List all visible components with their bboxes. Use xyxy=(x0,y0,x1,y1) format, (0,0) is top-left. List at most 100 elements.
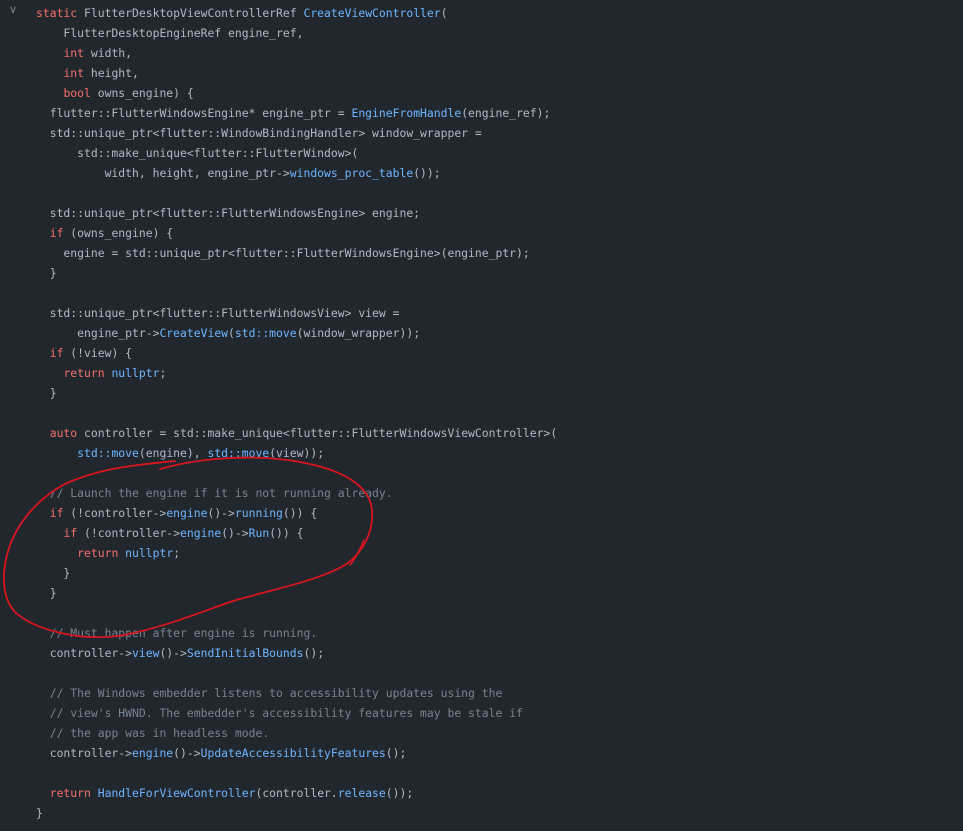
code-text: (); xyxy=(303,646,325,660)
code-line: return nullptr; xyxy=(0,543,963,563)
function-token: SendInitialBounds xyxy=(186,646,304,660)
code-line: std::unique_ptr<flutter::FlutterWindowsV… xyxy=(0,303,963,323)
function-token: CreateViewController xyxy=(303,6,441,20)
code-text: } xyxy=(36,386,57,400)
code-line: int height, xyxy=(0,63,963,83)
function-token: running xyxy=(234,506,283,520)
code-text: (); xyxy=(385,746,407,760)
function-token: HandleForViewController xyxy=(97,786,256,800)
code-text: engine = std::unique_ptr<flutter::Flutte… xyxy=(36,246,530,260)
code-line: } xyxy=(0,383,963,403)
keyword-token: static xyxy=(36,6,85,20)
function-token: view xyxy=(132,646,160,660)
code-text: controller-> xyxy=(36,746,133,760)
code-text: } xyxy=(36,266,57,280)
code-line: FlutterDesktopEngineRef engine_ref, xyxy=(0,23,963,43)
code-text: (engine), xyxy=(138,446,208,460)
code-text: ()); xyxy=(413,166,441,180)
code-text: width, height, engine_ptr-> xyxy=(36,166,290,180)
code-line: std::make_unique<flutter::FlutterWindow>… xyxy=(0,143,963,163)
function-token: std::move xyxy=(234,326,297,340)
keyword-token: int xyxy=(63,46,85,60)
code-line: // Launch the engine if it is not runnin… xyxy=(0,483,963,503)
code-text: ()-> xyxy=(221,526,249,540)
code-text: (controller. xyxy=(255,786,338,800)
code-line: controller->engine()->UpdateAccessibilit… xyxy=(0,743,963,763)
function-token: CreateView xyxy=(159,326,229,340)
code-text: (!controller-> xyxy=(63,506,167,520)
code-text: (window_wrapper)); xyxy=(296,326,421,340)
function-token: std::move xyxy=(207,446,270,460)
comment-token: // view's HWND. The embedder's accessibi… xyxy=(49,706,523,720)
code-text: ; xyxy=(173,546,181,560)
function-token: engine xyxy=(180,526,222,540)
code-line: auto controller = std::make_unique<flutt… xyxy=(0,423,963,443)
code-line: if (!controller->engine()->Run()) { xyxy=(0,523,963,543)
code-text: std::unique_ptr<flutter::FlutterWindowsE… xyxy=(36,206,421,220)
code-line: // Must happen after engine is running. xyxy=(0,623,963,643)
code-line: return HandleForViewController(controlle… xyxy=(0,783,963,803)
code-line: int width, xyxy=(0,43,963,63)
code-line: return nullptr; xyxy=(0,363,963,383)
comment-token: // the app was in headless mode. xyxy=(49,726,270,740)
code-block: static FlutterDesktopViewControllerRef C… xyxy=(0,3,963,823)
code-text: ()); xyxy=(385,786,414,800)
code-text: width, xyxy=(84,46,133,60)
comment-token: // The Windows embedder listens to acces… xyxy=(49,686,503,700)
code-line: } xyxy=(0,803,963,823)
code-viewer: ∨ static FlutterDesktopViewControllerRef… xyxy=(0,0,963,831)
keyword-token: return xyxy=(63,366,105,380)
keyword-token: bool xyxy=(63,86,91,100)
code-text: std::unique_ptr<flutter::FlutterWindowsV… xyxy=(36,306,400,320)
code-text: ()-> xyxy=(207,506,235,520)
keyword-token: auto xyxy=(49,426,78,440)
keyword-token: if xyxy=(49,506,64,520)
code-text: } xyxy=(36,586,57,600)
code-text: ( xyxy=(228,326,235,340)
code-text: FlutterDesktopEngineRef engine_ref, xyxy=(36,26,304,40)
code-line: if (!controller->engine()->running()) { xyxy=(0,503,963,523)
code-text: ; xyxy=(159,366,167,380)
code-text: engine_ptr-> xyxy=(36,326,160,340)
code-line: controller->view()->SendInitialBounds(); xyxy=(0,643,963,663)
keyword-token: return xyxy=(49,786,91,800)
keyword-token: return xyxy=(77,546,119,560)
code-line: engine_ptr->CreateView(std::move(window_… xyxy=(0,323,963,343)
code-text: controller-> xyxy=(36,646,133,660)
function-token: Run xyxy=(248,526,270,540)
code-text: } xyxy=(36,566,71,580)
code-line: std::unique_ptr<flutter::FlutterWindowsE… xyxy=(0,203,963,223)
comment-token: // Must happen after engine is running. xyxy=(49,626,318,640)
code-line: // The Windows embedder listens to acces… xyxy=(0,683,963,703)
function-token: nullptr xyxy=(125,546,174,560)
code-line: engine = std::unique_ptr<flutter::Flutte… xyxy=(0,243,963,263)
keyword-token: if xyxy=(63,526,78,540)
function-token: std::move xyxy=(77,446,139,460)
function-token: EngineFromHandle xyxy=(351,106,462,120)
code-text: (owns_engine) { xyxy=(63,226,174,240)
code-line: std::unique_ptr<flutter::WindowBindingHa… xyxy=(0,123,963,143)
code-text: std::unique_ptr<flutter::WindowBindingHa… xyxy=(36,126,482,140)
code-line: } xyxy=(0,263,963,283)
code-text: controller = std::make_unique<flutter::F… xyxy=(77,426,558,440)
function-token: UpdateAccessibilityFeatures xyxy=(200,746,386,760)
comment-token: // Launch the engine if it is not runnin… xyxy=(49,486,393,500)
function-token: release xyxy=(337,786,386,800)
code-line: bool owns_engine) { xyxy=(0,83,963,103)
